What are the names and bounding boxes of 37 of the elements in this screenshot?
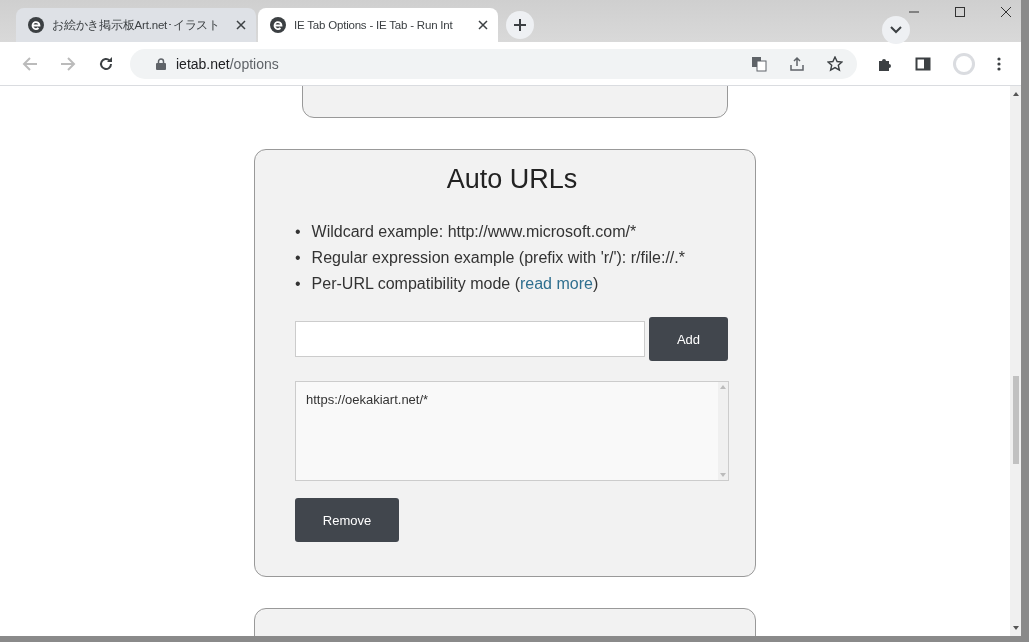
tab-title: お絵かき掲示板Art.net･イラスト: [52, 17, 222, 33]
browser-tab[interactable]: お絵かき掲示板Art.net･イラスト: [16, 8, 256, 42]
bullet-marker: •: [295, 274, 301, 294]
reload-icon[interactable]: [98, 55, 114, 72]
url-list[interactable]: https://oekakiart.net/*: [295, 381, 729, 481]
tab-search-button[interactable]: [882, 16, 910, 44]
bullet-item: Regular expression example (prefix with 'r/'): r/file://.*: [311, 248, 685, 268]
browser-tab[interactable]: IE Tab Options - IE Tab - Run Int: [258, 8, 498, 42]
share-icon[interactable]: [789, 55, 805, 72]
address-bar[interactable]: ietab.net/options: [130, 48, 857, 79]
side-panel-icon[interactable]: [915, 55, 931, 72]
bullet-marker: •: [295, 222, 301, 242]
chevron-down-icon: [890, 26, 902, 34]
bullet-marker: •: [295, 248, 301, 268]
plus-icon: [513, 18, 527, 32]
list-item[interactable]: https://oekakiart.net/*: [306, 392, 708, 407]
lock-icon: [156, 57, 166, 70]
scroll-up-icon[interactable]: [1012, 92, 1019, 96]
close-icon[interactable]: [478, 20, 488, 30]
url-input[interactable]: [295, 321, 645, 357]
bullet-item: Per-URL compatibility mode (read more): [311, 274, 599, 294]
menu-icon[interactable]: [997, 55, 1001, 72]
close-icon[interactable]: [236, 20, 246, 30]
maximize-icon[interactable]: [955, 7, 965, 17]
section-title: Auto URLs: [445, 164, 579, 195]
url-text: ietab.net/options: [176, 55, 279, 72]
tab-title: IE Tab Options - IE Tab - Run Int: [294, 19, 454, 31]
new-tab-button[interactable]: [506, 11, 534, 39]
add-button[interactable]: Add: [649, 317, 728, 361]
translate-icon[interactable]: [751, 55, 767, 72]
remove-button[interactable]: Remove: [295, 498, 399, 542]
read-more-link[interactable]: read more: [519, 275, 593, 292]
close-icon[interactable]: [1001, 7, 1011, 17]
scrollbar[interactable]: [1010, 86, 1021, 636]
scroll-down-icon[interactable]: [1012, 626, 1019, 630]
star-icon[interactable]: [827, 55, 843, 72]
bullet-item: Wildcard example: http://www.microsoft.com/*: [311, 222, 637, 242]
